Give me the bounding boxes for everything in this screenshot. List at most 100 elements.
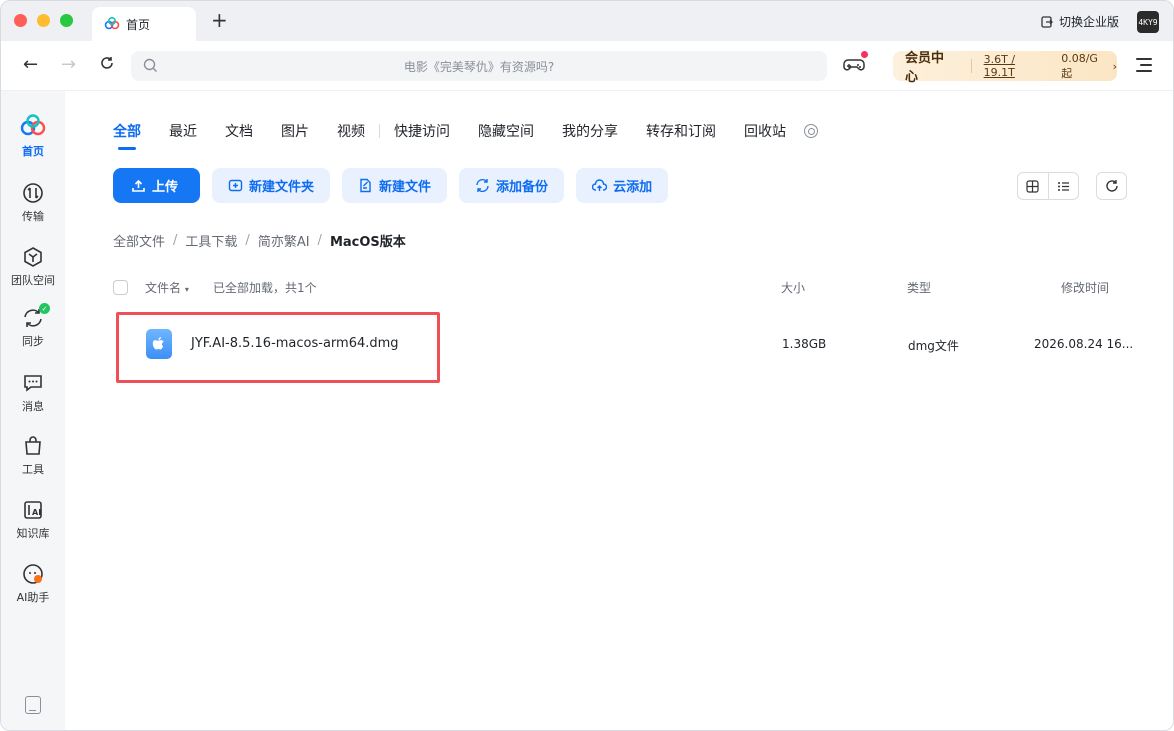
- tab-divider: [379, 124, 380, 138]
- sidebar-item-sync[interactable]: ✓ 同步: [1, 303, 65, 349]
- back-arrow-icon[interactable]: ←: [23, 55, 38, 75]
- close-window-button[interactable]: [14, 14, 27, 27]
- avatar[interactable]: 4KY9: [1137, 11, 1159, 33]
- column-header-type[interactable]: 类型: [907, 279, 931, 296]
- sidebar-item-label: 消息: [22, 400, 44, 413]
- toolbar: ← → 电影《完美琴仇》有资源吗? 会员中心 3.6T / 19.1T 0.08…: [1, 41, 1173, 91]
- new-folder-button[interactable]: 新建文件夹: [212, 168, 331, 203]
- new-tab-icon[interactable]: +: [211, 9, 228, 31]
- sidebar-item-label: 知识库: [16, 527, 50, 540]
- search-input[interactable]: 电影《完美琴仇》有资源吗?: [131, 51, 827, 81]
- app-logo-icon: [104, 17, 120, 30]
- sidebar-item-home[interactable]: 首页: [1, 113, 65, 159]
- backup-icon: [476, 178, 489, 193]
- app-window: 首页 + 切换企业版 4KY9 ← → 电影《完美琴仇》有资源吗? 会员中心 3…: [0, 0, 1174, 731]
- sort-down-icon: ▾: [184, 285, 189, 294]
- sidebar-item-label: 传输: [22, 210, 44, 223]
- new-file-label: 新建文件: [379, 180, 432, 195]
- tab-videos[interactable]: 视频: [337, 121, 365, 141]
- vip-price: 0.08/G起: [1061, 51, 1098, 80]
- breadcrumb-item[interactable]: 工具下载: [185, 231, 237, 250]
- game-controller-icon[interactable]: [843, 55, 865, 75]
- tab-transfers-subscriptions[interactable]: 转存和订阅: [646, 121, 716, 141]
- tab-documents[interactable]: 文档: [225, 121, 253, 141]
- sidebar-item-transfer[interactable]: 传输: [1, 182, 65, 224]
- sidebar-item-tools[interactable]: 工具: [1, 435, 65, 477]
- grid-view-icon[interactable]: [1018, 173, 1049, 199]
- tab-recycle-bin[interactable]: 回收站: [744, 121, 786, 141]
- sidebar: 首页 传输 团队空间 ✓ 同步 消息 工具 AI 知识库 AI助手: [1, 91, 65, 730]
- column-header-size[interactable]: 大小: [781, 279, 805, 296]
- chevron-right-icon: ›: [1112, 59, 1118, 73]
- breadcrumb-item[interactable]: 简亦繁AI: [258, 231, 310, 250]
- minimize-window-button[interactable]: [37, 14, 50, 27]
- sidebar-item-label: 首页: [22, 145, 44, 158]
- vip-divider: [970, 59, 972, 73]
- tab-quick-access[interactable]: 快捷访问: [394, 121, 450, 141]
- column-header-mtime[interactable]: 修改时间: [1061, 279, 1109, 296]
- tab-recent[interactable]: 最近: [169, 121, 197, 141]
- tab-my-shares[interactable]: 我的分享: [562, 121, 618, 141]
- refresh-list-button[interactable]: [1096, 172, 1127, 200]
- notification-dot: [861, 51, 868, 58]
- column-header-name-label: 文件名: [145, 281, 182, 295]
- new-folder-icon: [228, 179, 243, 192]
- tab-hidden-space[interactable]: 隐藏空间: [478, 121, 534, 141]
- breadcrumb-current: MacOS版本: [329, 235, 406, 250]
- breadcrumb-item[interactable]: 全部文件: [113, 231, 165, 250]
- tab-all[interactable]: 全部: [113, 121, 141, 141]
- svg-text:AI: AI: [32, 508, 41, 517]
- switch-icon: [1041, 15, 1053, 28]
- upload-label: 上传: [152, 180, 179, 195]
- main-content: 全部 最近 文档 图片 视频 快捷访问 隐藏空间 我的分享 转存和订阅 回收站 …: [65, 91, 1173, 730]
- upload-button[interactable]: 上传: [113, 168, 201, 203]
- storage-quota: 3.6T / 19.1T: [983, 53, 1016, 79]
- forward-arrow-icon[interactable]: →: [61, 55, 76, 75]
- vip-title: 会员中心: [905, 51, 945, 85]
- breadcrumb-separator: /: [173, 233, 178, 248]
- search-placeholder: 电影《完美琴仇》有资源吗?: [403, 59, 555, 74]
- sidebar-item-ai-assistant[interactable]: AI助手: [1, 563, 65, 605]
- breadcrumb-separator: /: [245, 233, 250, 248]
- category-tabs: 全部 最近 文档 图片 视频 快捷访问 隐藏空间 我的分享 转存和订阅 回收站: [113, 121, 818, 141]
- sidebar-item-label: 同步: [22, 335, 44, 348]
- switch-enterprise-button[interactable]: 切换企业版: [1040, 13, 1119, 30]
- select-all-checkbox[interactable]: [113, 280, 128, 295]
- column-header-name[interactable]: 文件名 ▾: [145, 279, 189, 296]
- search-icon: [143, 58, 157, 72]
- apple-dmg-file-icon: [146, 329, 172, 359]
- cloud-add-button[interactable]: 云添加: [576, 168, 669, 203]
- tools-icon: [25, 436, 41, 455]
- breadcrumb: 全部文件 / 工具下载 / 简亦繁AI / MacOS版本: [113, 231, 406, 250]
- tab-settings-icon[interactable]: [804, 124, 818, 138]
- view-mode-toggle: [1017, 172, 1079, 200]
- refresh-icon: [1105, 180, 1118, 192]
- browser-tab-home[interactable]: 首页: [92, 7, 196, 41]
- add-backup-label: 添加备份: [496, 180, 549, 195]
- tab-images[interactable]: 图片: [281, 121, 309, 141]
- list-view-icon[interactable]: [1049, 173, 1079, 199]
- sidebar-item-label: 工具: [22, 463, 44, 476]
- file-modified-time: 2026.08.24 16...: [1034, 337, 1134, 351]
- vip-center-banner[interactable]: 会员中心 3.6T / 19.1T 0.08/G起 ›: [893, 51, 1118, 85]
- device-icon[interactable]: [25, 696, 41, 714]
- cloud-upload-icon: [592, 179, 608, 191]
- team-space-icon: [24, 247, 42, 267]
- tab-title: 首页: [126, 17, 151, 32]
- refresh-icon[interactable]: [99, 55, 115, 76]
- breadcrumb-separator: /: [317, 233, 322, 248]
- add-backup-button[interactable]: 添加备份: [459, 168, 565, 203]
- zoom-window-button[interactable]: [60, 14, 73, 27]
- action-buttons: 上传 新建文件夹 新建文件 添加备份 云添加: [113, 168, 669, 203]
- sidebar-item-team-space[interactable]: 团队空间: [1, 246, 65, 288]
- home-logo-icon: [20, 114, 46, 136]
- menu-icon[interactable]: [1136, 58, 1152, 72]
- cloud-add-label: 云添加: [613, 180, 653, 195]
- file-name[interactable]: JYF.AI-8.5.16-macos-arm64.dmg: [191, 336, 399, 351]
- load-status: 已全部加载，共1个: [213, 281, 317, 295]
- table-row[interactable]: JYF.AI-8.5.16-macos-arm64.dmg 1.38GB dmg…: [113, 319, 1143, 369]
- sidebar-item-message[interactable]: 消息: [1, 372, 65, 414]
- file-size: 1.38GB: [782, 337, 827, 351]
- new-file-button[interactable]: 新建文件: [342, 168, 448, 203]
- sidebar-item-knowledge-base[interactable]: AI 知识库: [1, 499, 65, 541]
